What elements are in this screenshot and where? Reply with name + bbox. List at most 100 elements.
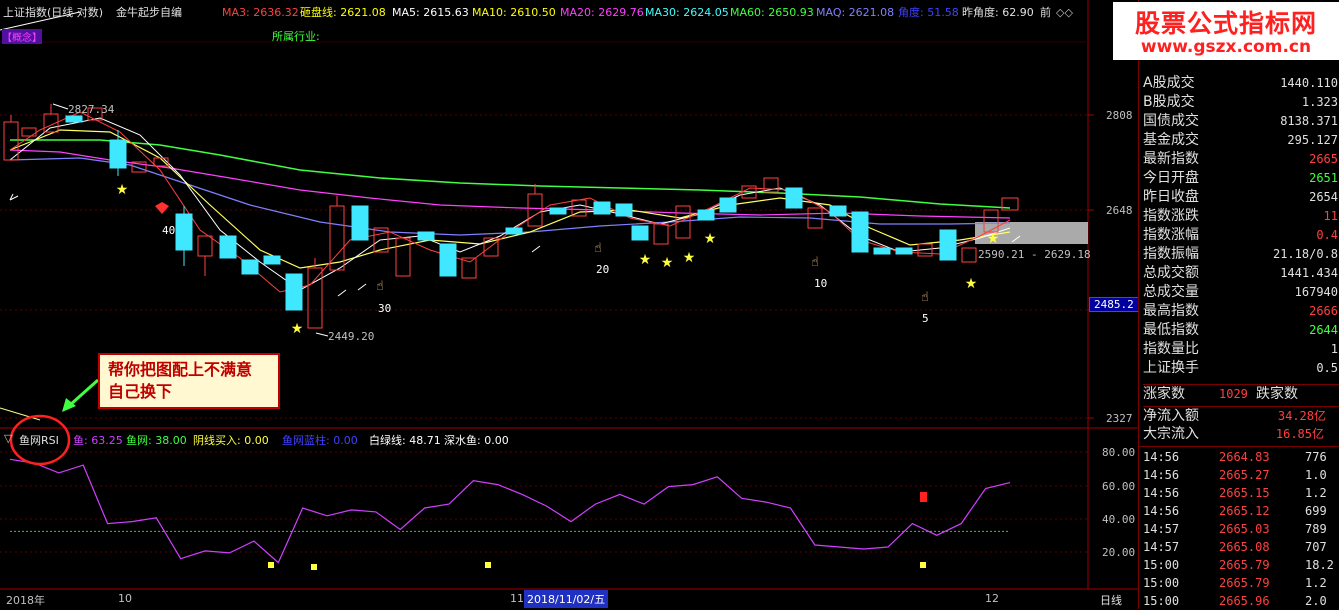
- stat-value: 2666: [1309, 304, 1338, 318]
- ma3-line: [9, 111, 1011, 293]
- count-30: 30: [378, 302, 392, 315]
- stat-row: 最高指数 2666: [1143, 302, 1338, 321]
- callout-box: 帮你把图配上不满意 自己换下: [98, 353, 280, 409]
- cursor-date: 2018/11/02/五: [524, 590, 609, 608]
- hand-icon: ☝ ☝ ☝ ☝: [376, 241, 929, 305]
- count-10: 10: [814, 277, 828, 290]
- tick-vol: 776: [1305, 450, 1327, 464]
- main-chart[interactable]: ★ ★ ★ ★ ★ ★ ★ ★ ☝ ☝ ☝ ☝: [0, 0, 1138, 609]
- indicator-yuwang: 鱼网: 38.00: [126, 434, 187, 447]
- stat-value: 0.5: [1316, 361, 1338, 375]
- ma10-value: MA10: 2610.50: [472, 6, 556, 19]
- svg-text:★: ★: [987, 231, 1000, 247]
- stat-value: 1.323: [1301, 95, 1338, 109]
- tick-time: 15:00: [1143, 558, 1180, 572]
- tick-row: 15:00 2665.79 1.2: [1143, 574, 1339, 592]
- stat-value: 295.127: [1287, 133, 1338, 147]
- period-label[interactable]: 日线: [1100, 592, 1122, 608]
- stat-label: 上证换手: [1143, 360, 1199, 376]
- zuo-jiaodu-value: 昨角度: 62.90: [962, 6, 1034, 19]
- stat-label: 指数振幅: [1143, 246, 1199, 262]
- stat-label: 今日开盘: [1143, 170, 1199, 186]
- svg-text:★: ★: [639, 252, 652, 268]
- stat-value: 8138.371: [1280, 114, 1338, 128]
- index-name[interactable]: 上证指数(日线 对数): [3, 7, 103, 19]
- stat-row: 指数涨幅 0.4: [1143, 226, 1338, 245]
- tick-price: 2665.12: [1219, 504, 1270, 518]
- formula-name[interactable]: 金牛起步自编: [116, 7, 182, 19]
- logo-url: www.gszx.com.cn: [1140, 37, 1312, 57]
- stat-value: 11: [1323, 209, 1338, 223]
- tick-row: 14:56 2665.12 699: [1143, 502, 1339, 520]
- tick-price: 2665.27: [1219, 468, 1270, 482]
- tick-row: 14:56 2664.83 776: [1143, 448, 1339, 466]
- ind-axis-40: 40.00: [1102, 513, 1136, 526]
- svg-text:★: ★: [965, 276, 978, 292]
- stat-row: 总成交额 1441.434: [1143, 264, 1338, 283]
- stat-value: 2665: [1309, 152, 1338, 166]
- tick-vol: 707: [1305, 540, 1327, 554]
- stat-value: 2644: [1309, 323, 1338, 337]
- down-label: 跌家数: [1256, 386, 1298, 402]
- ma60-line: [10, 139, 1011, 209]
- stat-row: 总成交量 167940: [1143, 283, 1338, 302]
- stat-label: 最低指数: [1143, 322, 1199, 338]
- axis-month-11: 11: [510, 592, 524, 605]
- stat-label: 昨日收盘: [1143, 189, 1199, 205]
- indicator-bailv: 白绿线: 48.71: [369, 434, 441, 447]
- indicator-name[interactable]: 鱼网RSI: [19, 432, 59, 448]
- tick-row: 15:00 2665.79 18.2: [1143, 556, 1339, 574]
- svg-text:★: ★: [704, 231, 717, 247]
- stat-label: 最高指数: [1143, 303, 1199, 319]
- block-value: 16.85亿: [1275, 427, 1324, 441]
- ma3-value: MA3: 2636.32: [222, 6, 299, 19]
- stat-label: 指数涨幅: [1143, 227, 1199, 243]
- stat-label: A股成交: [1143, 75, 1195, 91]
- stat-row: 上证换手 0.5: [1143, 359, 1338, 378]
- ind-axis-60: 60.00: [1102, 480, 1136, 493]
- industry-label: 所属行业:: [272, 30, 320, 43]
- indicator-shenshui: 深水鱼: 0.00: [444, 434, 509, 447]
- callout-line1: 帮你把图配上不满意: [108, 360, 253, 379]
- tick-price: 2665.03: [1219, 522, 1270, 536]
- concept-tag[interactable]: 【概念】: [2, 29, 42, 44]
- indicator-collapse-icon[interactable]: ▽: [4, 432, 12, 445]
- callout-line2: 自己换下: [108, 382, 173, 401]
- ma20-value: MA20: 2629.76: [560, 6, 644, 19]
- tick-time: 14:56: [1143, 468, 1180, 482]
- candlesticks[interactable]: [3, 104, 1019, 329]
- stat-row: B股成交 1.323: [1143, 93, 1338, 112]
- current-price-label: 2485.2: [1089, 297, 1139, 312]
- date-axis[interactable]: 2018年 10 11 2018/11/02/五 12 日线: [0, 589, 1138, 609]
- stat-label: 最新指数: [1143, 151, 1199, 167]
- tick-price: 2664.83: [1219, 450, 1270, 464]
- stat-label: 指数量比: [1143, 341, 1199, 357]
- qian-label: 前: [1040, 6, 1051, 19]
- scroll-arrows-icon[interactable]: ◇◇: [1056, 7, 1073, 19]
- stat-row: 今日开盘 2651: [1143, 169, 1338, 188]
- tick-vol: 1.0: [1305, 468, 1327, 482]
- tick-vol: 1.2: [1305, 486, 1327, 500]
- price-label-2648: 2648: [1106, 204, 1133, 217]
- stat-value: 2654: [1309, 190, 1338, 204]
- indicator-yinxian: 阴线买入: 0.00: [193, 434, 269, 447]
- stat-row: 指数量比 1: [1143, 340, 1338, 359]
- count-40: 40: [162, 224, 176, 237]
- ma30-value: MA30: 2624.05: [645, 6, 729, 19]
- callout-arrow: [69, 378, 99, 407]
- stat-row: 国债成交 8138.371: [1143, 112, 1338, 131]
- tick-price: 2665.96: [1219, 594, 1270, 608]
- stat-row: 指数涨跌 11: [1143, 207, 1338, 226]
- svg-text:☝: ☝: [811, 255, 819, 270]
- price-label-2327: 2327: [1106, 412, 1133, 425]
- ma60-value: MA60: 2650.93: [730, 6, 814, 19]
- count-5: 5: [922, 312, 929, 325]
- tick-time: 14:57: [1143, 522, 1180, 536]
- maq-value: MAQ: 2621.08: [816, 6, 895, 19]
- tick-row: 14:56 2665.15 1.2: [1143, 484, 1339, 502]
- svg-text:☝: ☝: [594, 241, 602, 256]
- header-bar: 上证指数(日线 对数) 金牛起步自编 MA3: 2636.32 砸盘线: 262…: [0, 0, 1088, 26]
- tick-vol: 699: [1305, 504, 1327, 518]
- count-20: 20: [596, 263, 610, 276]
- stat-label: B股成交: [1143, 94, 1195, 110]
